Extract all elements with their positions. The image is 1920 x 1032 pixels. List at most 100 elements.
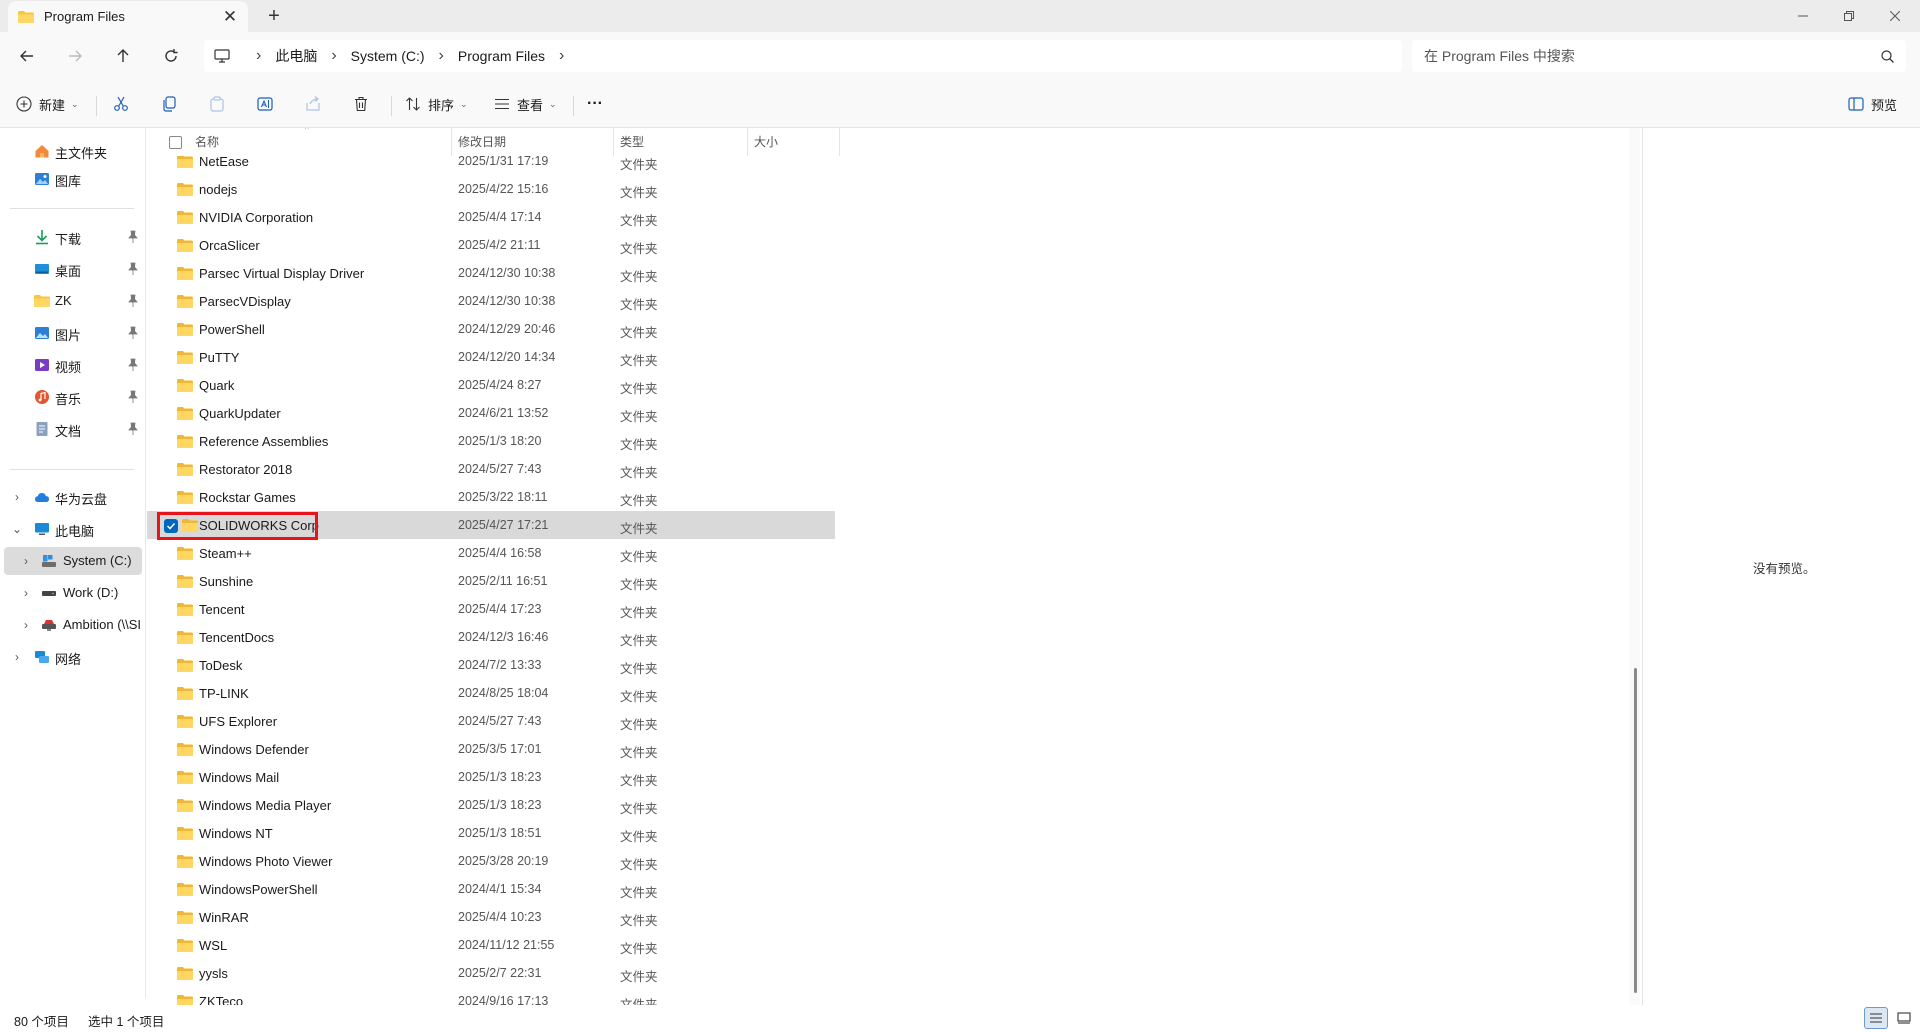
paste-button[interactable]: [209, 90, 225, 118]
breadcrumb-system-c[interactable]: System (C:): [351, 48, 425, 64]
table-row[interactable]: OrcaSlicer 2025/4/2 21:11 文件夹: [147, 231, 835, 259]
chevron-right-icon[interactable]: ›: [20, 554, 32, 568]
copy-button[interactable]: [161, 90, 177, 118]
restore-button[interactable]: [1826, 0, 1872, 32]
table-row[interactable]: Windows Media Player 2025/1/3 18:23 文件夹: [147, 791, 835, 819]
minimize-button[interactable]: [1780, 0, 1826, 32]
table-row[interactable]: Rockstar Games 2025/3/22 18:11 文件夹: [147, 483, 835, 511]
table-row[interactable]: Parsec Virtual Display Driver 2024/12/30 …: [147, 259, 835, 287]
chevron-right-icon[interactable]: ›: [256, 47, 261, 65]
table-row[interactable]: Restorator 2018 2024/5/27 7:43 文件夹: [147, 455, 835, 483]
cut-button[interactable]: [113, 90, 129, 118]
table-row[interactable]: TP-LINK 2024/8/25 18:04 文件夹: [147, 679, 835, 707]
table-row[interactable]: PuTTY 2024/12/20 14:34 文件夹: [147, 343, 835, 371]
tab-close-button[interactable]: ✕: [222, 7, 238, 27]
sidebar-item-videos[interactable]: 视频: [0, 351, 143, 379]
sidebar-item-huawei-cloud[interactable]: › 华为云盘: [0, 483, 143, 511]
table-row[interactable]: yysls 2025/2/7 22:31 文件夹: [147, 959, 835, 987]
pin-icon[interactable]: [128, 422, 138, 436]
table-row[interactable]: Quark 2025/4/24 8:27 文件夹: [147, 371, 835, 399]
sort-button[interactable]: 排序 ⌄: [405, 90, 468, 118]
table-row[interactable]: Windows Photo Viewer 2025/3/28 20:19 文件夹: [147, 847, 835, 875]
view-button[interactable]: 查看 ⌄: [494, 90, 557, 118]
table-row[interactable]: Reference Assemblies 2025/1/3 18:20 文件夹: [147, 427, 835, 455]
column-divider[interactable]: [839, 128, 840, 156]
sidebar-item-work-d[interactable]: › Work (D:): [0, 579, 143, 607]
close-window-button[interactable]: [1872, 0, 1918, 32]
chevron-right-icon[interactable]: ›: [11, 650, 23, 664]
table-row[interactable]: QuarkUpdater 2024/6/21 13:52 文件夹: [147, 399, 835, 427]
table-row[interactable]: Windows Mail 2025/1/3 18:23 文件夹: [147, 763, 835, 791]
table-row[interactable]: Windows NT 2025/1/3 18:51 文件夹: [147, 819, 835, 847]
breadcrumb-this-pc[interactable]: 此电脑: [275, 46, 317, 66]
column-size[interactable]: 大小: [754, 128, 778, 156]
new-tab-button[interactable]: +: [262, 4, 286, 28]
sidebar-item-ambition[interactable]: › Ambition (\\SI: [0, 611, 143, 639]
sidebar-item-pictures[interactable]: 图片: [0, 319, 143, 347]
chevron-right-icon[interactable]: ›: [331, 47, 336, 65]
back-button[interactable]: [15, 44, 39, 68]
rename-button[interactable]: [257, 90, 273, 118]
table-row[interactable]: WindowsPowerShell 2024/4/1 15:34 文件夹: [147, 875, 835, 903]
pin-icon[interactable]: [128, 390, 138, 404]
details-view-button[interactable]: [1864, 1007, 1888, 1029]
row-checkbox[interactable]: [164, 519, 178, 533]
breadcrumb-program-files[interactable]: Program Files: [458, 48, 545, 64]
select-all-checkbox[interactable]: [169, 136, 182, 149]
table-row[interactable]: NVIDIA Corporation 2025/4/4 17:14 文件夹: [147, 203, 835, 231]
table-row[interactable]: TencentDocs 2024/12/3 16:46 文件夹: [147, 623, 835, 651]
sidebar-item-desktop[interactable]: 桌面: [0, 255, 143, 283]
table-row[interactable]: UFS Explorer 2024/5/27 7:43 文件夹: [147, 707, 835, 735]
chevron-right-icon[interactable]: ›: [20, 586, 32, 600]
column-name[interactable]: 名称: [195, 128, 219, 156]
chevron-right-icon[interactable]: ›: [11, 490, 23, 504]
pin-icon[interactable]: [128, 230, 138, 244]
sidebar-item-music[interactable]: 音乐: [0, 383, 143, 411]
table-row[interactable]: WinRAR 2025/4/4 10:23 文件夹: [147, 903, 835, 931]
tiles-view-button[interactable]: [1892, 1007, 1916, 1029]
up-button[interactable]: [111, 44, 135, 68]
pin-icon[interactable]: [128, 262, 138, 276]
table-row[interactable]: nodejs 2025/4/22 15:16 文件夹: [147, 175, 835, 203]
pin-icon[interactable]: [128, 358, 138, 372]
sidebar-item-this-pc[interactable]: ⌄ 此电脑: [0, 515, 143, 543]
table-row[interactable]: Tencent 2025/4/4 17:23 文件夹: [147, 595, 835, 623]
column-type[interactable]: 类型: [620, 128, 644, 156]
chevron-right-icon[interactable]: ›: [439, 47, 444, 65]
share-button[interactable]: [305, 90, 321, 118]
sidebar-item-network[interactable]: › 网络: [0, 643, 143, 671]
column-divider[interactable]: [613, 128, 614, 156]
table-row[interactable]: ZKTeco 2024/9/16 17:13 文件夹: [147, 987, 835, 1005]
refresh-button[interactable]: [159, 44, 183, 68]
table-row[interactable]: ToDesk 2024/7/2 13:33 文件夹: [147, 651, 835, 679]
sidebar-item-zk[interactable]: ZK: [0, 287, 143, 315]
column-divider[interactable]: [451, 128, 452, 156]
pin-icon[interactable]: [128, 294, 138, 308]
table-row[interactable]: ParsecVDisplay 2024/12/30 10:38 文件夹: [147, 287, 835, 315]
table-row[interactable]: PowerShell 2024/12/29 20:46 文件夹: [147, 315, 835, 343]
preview-pane-button[interactable]: 预览: [1848, 90, 1897, 118]
column-modified[interactable]: 修改日期: [458, 128, 506, 156]
scrollbar-thumb[interactable]: [1634, 668, 1637, 993]
sidebar-item-system-c[interactable]: › System (C:): [4, 547, 142, 575]
table-row[interactable]: Sunshine 2025/2/11 16:51 文件夹: [147, 567, 835, 595]
more-options-button[interactable]: ···: [587, 90, 603, 118]
new-button[interactable]: 新建 ⌄: [16, 90, 79, 118]
table-row[interactable]: SOLIDWORKS Corp 2025/4/27 17:21 文件夹: [147, 511, 835, 540]
sidebar-item-downloads[interactable]: 下载: [0, 223, 143, 251]
tab-program-files[interactable]: Program Files ✕: [8, 1, 248, 32]
sidebar-item-home[interactable]: 主文件夹: [0, 137, 143, 165]
table-row[interactable]: Windows Defender 2025/3/5 17:01 文件夹: [147, 735, 835, 763]
delete-button[interactable]: [353, 90, 369, 118]
chevron-down-icon[interactable]: ⌄: [11, 522, 23, 536]
search-input[interactable]: 在 Program Files 中搜索: [1412, 40, 1906, 72]
address-bar[interactable]: › 此电脑 › System (C:) › Program Files ›: [204, 40, 1402, 72]
pin-icon[interactable]: [128, 326, 138, 340]
chevron-right-icon[interactable]: ›: [20, 618, 32, 632]
sidebar-item-documents[interactable]: 文档: [0, 415, 143, 443]
table-row[interactable]: WSL 2024/11/12 21:55 文件夹: [147, 931, 835, 959]
table-row[interactable]: Steam++ 2025/4/4 16:58 文件夹: [147, 539, 835, 567]
column-divider[interactable]: [747, 128, 748, 156]
sidebar-item-gallery[interactable]: 图库: [0, 165, 143, 193]
forward-button[interactable]: [63, 44, 87, 68]
